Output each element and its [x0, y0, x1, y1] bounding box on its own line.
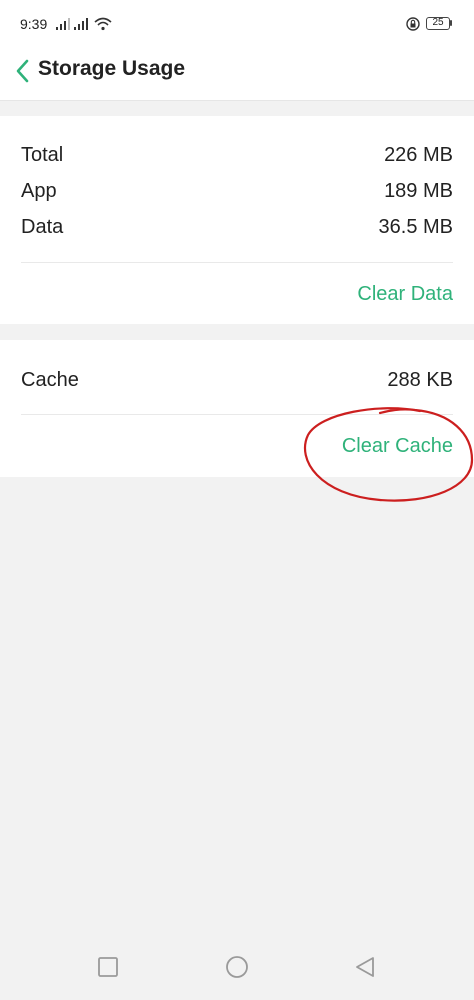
- signal-icon: [56, 18, 70, 30]
- storage-card: Total 226 MB App 189 MB Data 36.5 MB Cle…: [0, 116, 474, 324]
- status-bar: 9:39 25: [0, 0, 474, 50]
- battery-indicator: 25: [426, 17, 450, 30]
- data-value: 36.5 MB: [378, 216, 453, 238]
- signal-icon-2: [74, 18, 88, 30]
- lock-icon: [406, 17, 420, 31]
- square-icon[interactable]: [97, 956, 119, 978]
- battery-level: 25: [432, 17, 444, 28]
- cache-row: Cache 288 KB: [21, 366, 453, 394]
- total-value: 226 MB: [384, 144, 453, 166]
- circle-icon[interactable]: [225, 956, 249, 980]
- status-time: 9:39: [20, 16, 48, 32]
- battery-tip: [450, 20, 452, 26]
- total-row: Total 226 MB: [21, 141, 453, 169]
- cache-label: Cache: [21, 369, 79, 391]
- cache-value: 288 KB: [387, 369, 453, 391]
- annotation-circle: [303, 407, 474, 502]
- navigation-bar: [0, 938, 474, 1000]
- total-label: Total: [21, 144, 64, 166]
- data-row: Data 36.5 MB: [21, 213, 453, 241]
- divider: [21, 262, 453, 263]
- app-label: App: [21, 180, 57, 202]
- app-value: 189 MB: [384, 180, 453, 202]
- wifi-icon: [94, 17, 112, 31]
- triangle-left-icon[interactable]: [354, 956, 376, 978]
- data-label: Data: [21, 216, 64, 238]
- app-row: App 189 MB: [21, 177, 453, 205]
- clear-data-button[interactable]: Clear Data: [357, 283, 453, 306]
- chevron-left-icon[interactable]: [12, 57, 34, 85]
- page-title: Storage Usage: [38, 57, 186, 80]
- app-header: Storage Usage: [0, 50, 474, 101]
